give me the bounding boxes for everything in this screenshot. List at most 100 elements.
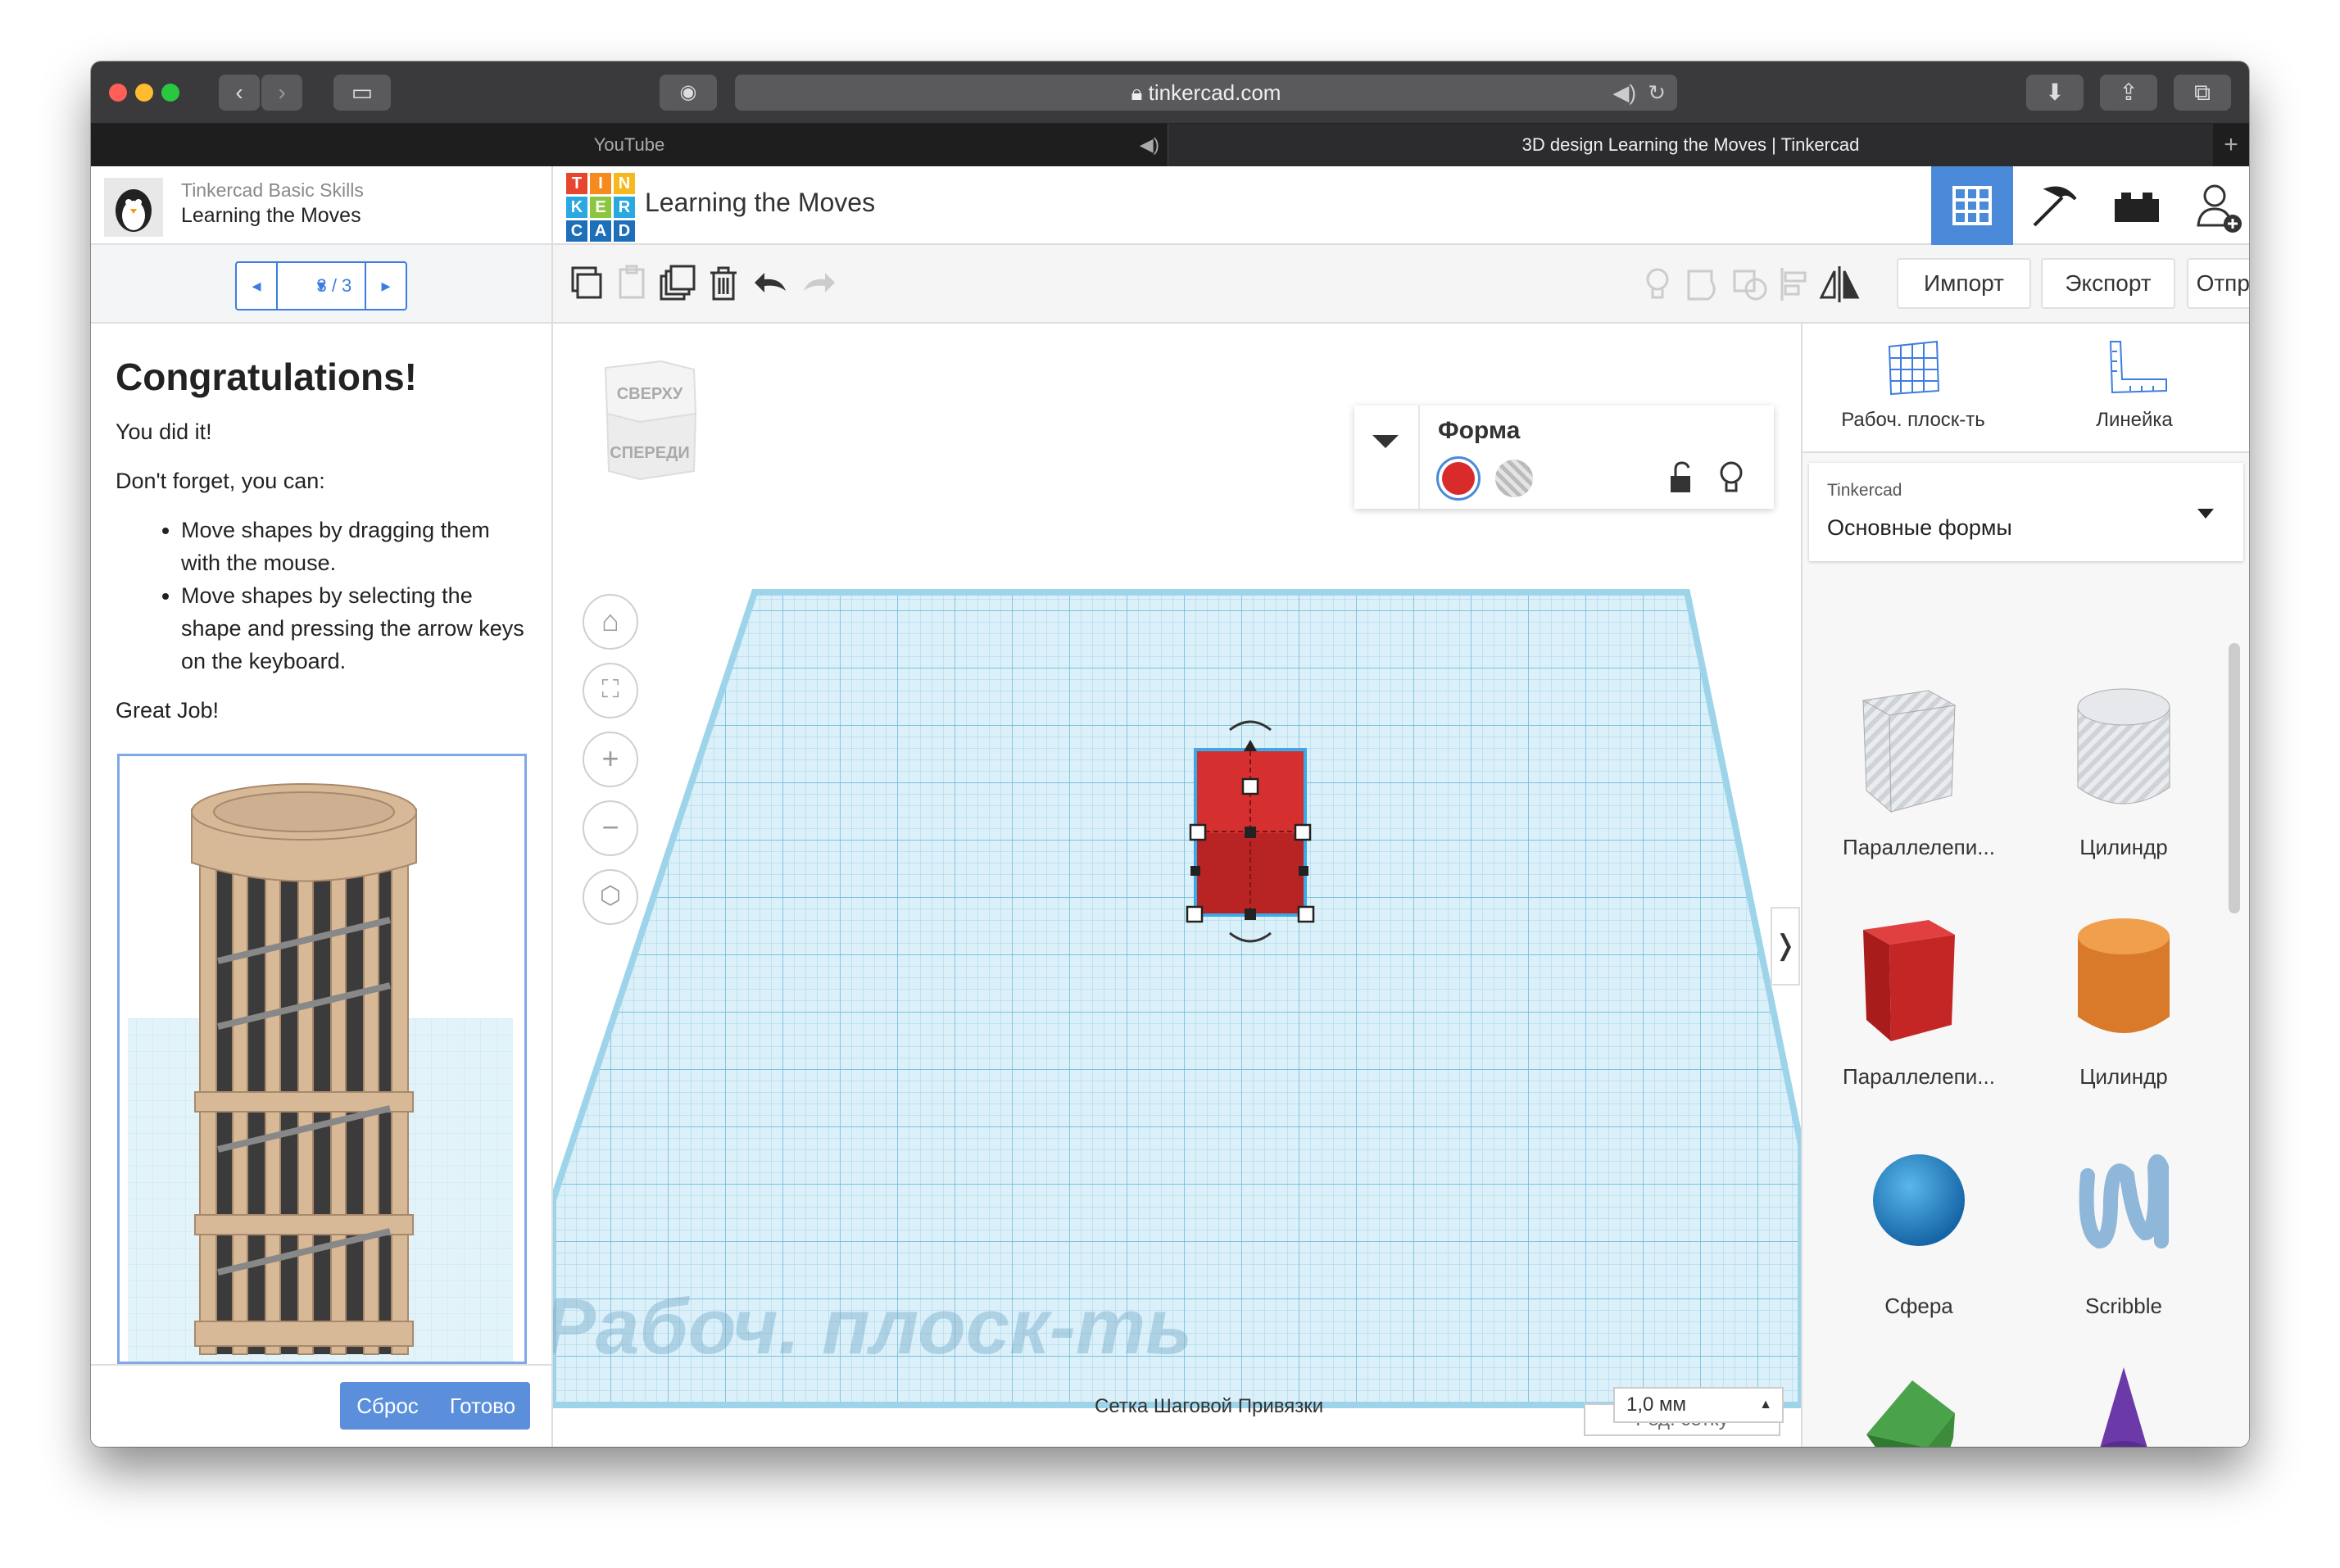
tab-youtube[interactable]: YouTube ◀︎) — [91, 124, 1168, 166]
url-text: tinkercad.com — [1148, 80, 1281, 105]
cylinder-hole-icon — [2077, 688, 2170, 804]
inspector-title: Форма — [1438, 417, 1521, 444]
group-icon[interactable] — [1679, 260, 1728, 309]
close-window-button[interactable] — [109, 84, 127, 102]
download-icon[interactable]: ⬇ — [2026, 75, 2084, 111]
zoom-out-icon[interactable]: − — [583, 800, 638, 856]
import-button[interactable]: Импорт — [1897, 258, 2031, 309]
shape-scribble[interactable]: Scribble — [2025, 1126, 2222, 1331]
penguin-avatar-icon — [104, 178, 163, 237]
view-cube-front[interactable]: СПЕРЕДИ — [610, 444, 689, 462]
shape-cylinder-hole[interactable]: Цилиндр — [2025, 668, 2222, 872]
tab-label: 3D design Learning the Moves | Tinkercad — [1521, 134, 1860, 155]
tab-tinkercad[interactable]: 3D design Learning the Moves | Tinkercad — [1168, 124, 2213, 166]
workplane-tool-button[interactable]: Рабоч. плоск-ть — [1803, 324, 2024, 453]
roof-icon — [1866, 1380, 1955, 1447]
undo-icon[interactable] — [748, 260, 797, 309]
ruler-icon — [2109, 341, 2167, 394]
zoom-in-icon[interactable]: + — [583, 732, 638, 787]
forward-icon[interactable]: › — [261, 75, 302, 111]
3d-view-button[interactable] — [1931, 166, 2013, 245]
shape-box[interactable]: Параллелепи... — [1821, 897, 2017, 1102]
share-icon[interactable]: ⇪ — [2100, 75, 2157, 111]
fit-view-icon[interactable]: ⛶ — [583, 663, 638, 718]
copy-icon[interactable] — [561, 260, 610, 309]
back-icon[interactable]: ‹ — [219, 75, 260, 111]
invite-button[interactable] — [2177, 166, 2249, 245]
hole-button[interactable] — [1495, 460, 1533, 497]
lesson-title: Learning the Moves — [181, 204, 361, 227]
collapse-library-icon[interactable]: ❭ — [1771, 907, 1800, 986]
cylinder-icon — [2078, 918, 2170, 1033]
tinkercad-logo[interactable]: T I N K E R C A D — [566, 173, 635, 242]
mirror-icon[interactable] — [1815, 260, 1864, 309]
box-hole-icon — [1862, 690, 1957, 813]
tabs-overview-icon[interactable]: ⧉ — [2174, 75, 2231, 111]
next-step-icon[interactable]: ▸ — [365, 263, 406, 309]
speaker-icon[interactable]: ◀︎) — [1612, 75, 1636, 111]
lock-icon: 🔒︎ — [1131, 80, 1149, 105]
shape-cylinder[interactable]: Цилиндр — [2025, 897, 2222, 1102]
logo-letter: N — [614, 173, 635, 194]
shape-label: Цилиндр — [2079, 1064, 2168, 1089]
solid-color-button[interactable] — [1436, 456, 1481, 501]
shape-sphere[interactable]: Сфера — [1821, 1126, 2017, 1331]
view-cube-top[interactable]: СВЕРХУ — [617, 385, 683, 403]
send-button[interactable]: Отправить — [2187, 258, 2249, 309]
library-category-select[interactable]: Tinkercad Основные формы — [1809, 463, 2243, 561]
shape-roof[interactable] — [1821, 1348, 2017, 1447]
snap-grid-value: 1,0 мм — [1626, 1394, 1687, 1416]
collapse-inspector-button[interactable] — [1354, 406, 1420, 509]
shape-cone[interactable] — [2025, 1348, 2222, 1447]
tab-audio-icon[interactable]: ◀︎) — [1140, 124, 1159, 166]
logo-letter: E — [590, 197, 611, 218]
course-name: Tinkercad Basic Skills — [181, 179, 364, 201]
reset-button[interactable]: Сброс — [340, 1382, 435, 1430]
delete-icon[interactable] — [699, 260, 748, 309]
lesson-text: Don't forget, you can: — [116, 469, 325, 493]
new-tab-icon[interactable]: + — [2213, 124, 2249, 166]
zoom-window-button[interactable] — [161, 84, 179, 102]
caret-down-icon — [1372, 435, 1399, 448]
sidebar-toggle-icon[interactable]: ▭ — [333, 75, 391, 111]
logo-letter: K — [566, 197, 587, 218]
ruler-tool-label: Линейка — [2096, 409, 2173, 431]
lesson-nav: ◂ 3 / 3 ▾ ▸ — [91, 245, 551, 324]
redo-icon[interactable] — [792, 260, 841, 309]
reload-icon[interactable]: ↻ — [1648, 75, 1666, 111]
minecraft-button[interactable] — [2013, 166, 2095, 245]
shape-label: Scribble — [2085, 1294, 2162, 1318]
snap-grid-select[interactable]: 1,0 мм ▲ — [1613, 1387, 1784, 1423]
ungroup-icon[interactable] — [1725, 260, 1774, 309]
step-selector[interactable]: 3 / 3 ▾ — [278, 263, 365, 309]
lesson-pager: ◂ 3 / 3 ▾ ▸ — [235, 261, 407, 310]
lego-button[interactable] — [2095, 166, 2177, 245]
shape-box-hole[interactable]: Параллелепи... — [1821, 668, 2017, 872]
lesson-text: Great Job! — [116, 698, 220, 723]
shape-label: Сфера — [1884, 1294, 1953, 1318]
extension-icon[interactable]: ◉ — [660, 75, 717, 111]
home-view-icon[interactable]: ⌂ — [583, 594, 638, 650]
done-button[interactable]: Готово — [435, 1382, 530, 1430]
visibility-bulb-icon[interactable] — [1715, 458, 1748, 497]
box-icon — [1863, 920, 1955, 1041]
design-title[interactable]: Learning the Moves — [645, 188, 875, 218]
prev-step-icon[interactable]: ◂ — [237, 263, 278, 309]
align-icon[interactable] — [1771, 260, 1820, 309]
grid-view-icon — [1952, 186, 1992, 225]
view-cube[interactable]: СВЕРХУ СПЕРЕДИ — [596, 348, 719, 496]
library-category: Основные формы — [1827, 515, 2012, 540]
export-button[interactable]: Экспорт — [2041, 258, 2175, 309]
logo-letter: A — [590, 220, 611, 242]
perspective-icon[interactable]: ⬡ — [583, 869, 638, 925]
duplicate-icon[interactable] — [653, 260, 702, 309]
3d-workspace[interactable]: Рабоч. плоск-ть СВЕРХУ СПЕРЕДИ ⌂ ⛶ + − ⬡… — [553, 324, 1801, 1447]
lock-icon[interactable] — [1666, 460, 1698, 496]
selected-box-shape[interactable] — [1186, 720, 1315, 943]
paste-icon[interactable] — [607, 260, 656, 309]
library-scrollbar[interactable] — [2229, 643, 2240, 913]
address-bar[interactable]: 🔒︎ tinkercad.com ◀︎) ↻ — [735, 75, 1677, 111]
lightbulb-icon[interactable] — [1633, 260, 1682, 309]
ruler-tool-button[interactable]: Линейка — [2024, 324, 2245, 453]
minimize-window-button[interactable] — [135, 84, 153, 102]
